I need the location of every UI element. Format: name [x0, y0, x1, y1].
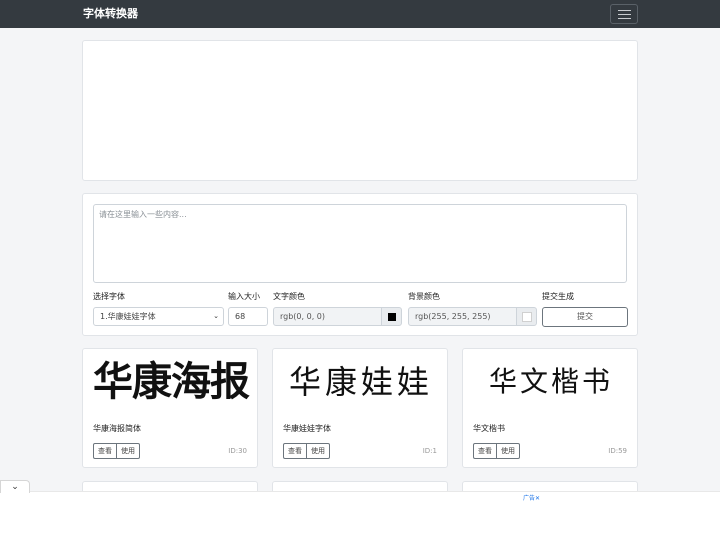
use-button[interactable]: 使用 [497, 443, 520, 459]
card-actions: 查看 使用 [93, 443, 140, 459]
size-label: 输入大小 [228, 292, 260, 301]
use-button[interactable]: 使用 [117, 443, 140, 459]
font-id: ID:59 [608, 447, 627, 455]
card-actions: 查看 使用 [283, 443, 330, 459]
font-card: 华康海报 华康海报简体 查看 使用 ID:30 [82, 348, 258, 468]
text-color-label: 文字颜色 [273, 292, 305, 301]
card-actions: 查看 使用 [473, 443, 520, 459]
font-name: 华康海报简体 [93, 424, 141, 433]
chevron-down-icon[interactable]: ⌄ [0, 480, 30, 493]
text-color-picker[interactable] [381, 307, 402, 326]
font-card: 华康娃娃 华康娃娃字体 查看 使用 ID:1 [272, 348, 448, 468]
chevron-down-icon: ⌄ [213, 312, 219, 320]
ad-banner [0, 491, 720, 540]
use-button[interactable]: 使用 [307, 443, 330, 459]
text-input[interactable]: 请在这里输入一些内容... [93, 204, 627, 283]
brand-title[interactable]: 字体转换器 [83, 6, 138, 22]
bg-color-swatch [522, 312, 532, 322]
font-id: ID:30 [228, 447, 247, 455]
bg-color-picker[interactable] [516, 307, 537, 326]
font-sample: 华康海报 [93, 359, 250, 405]
font-select-label: 选择字体 [93, 292, 125, 301]
bg-color-label: 背景颜色 [408, 292, 440, 301]
view-button[interactable]: 查看 [93, 443, 117, 459]
generator-form: 请在这里输入一些内容... 选择字体 1.华康娃娃字体 ⌄ 输入大小 68 文字… [82, 193, 638, 336]
submit-label: 提交生成 [542, 292, 574, 301]
font-id: ID:1 [422, 447, 437, 455]
text-color-swatch [388, 313, 396, 321]
size-input[interactable]: 68 [228, 307, 268, 326]
view-button[interactable]: 查看 [473, 443, 497, 459]
font-name: 华文楷书 [473, 424, 505, 433]
bg-color-input[interactable]: rgb(255, 255, 255) [408, 307, 517, 326]
view-button[interactable]: 查看 [283, 443, 307, 459]
font-sample: 华康娃娃 [288, 363, 433, 401]
ad-close-button[interactable]: 广告✕ [523, 495, 540, 503]
submit-button[interactable]: 提交 [542, 307, 628, 327]
font-sample: 华文楷书 [488, 365, 613, 398]
preview-area [82, 40, 638, 181]
font-name: 华康娃娃字体 [283, 424, 331, 433]
hamburger-menu-icon[interactable] [610, 4, 638, 24]
navbar: 字体转换器 [0, 0, 720, 28]
text-color-input[interactable]: rgb(0, 0, 0) [273, 307, 382, 326]
font-select[interactable]: 1.华康娃娃字体 ⌄ [93, 307, 224, 326]
font-card: 华文楷书 华文楷书 查看 使用 ID:59 [462, 348, 638, 468]
font-select-value: 1.华康娃娃字体 [100, 312, 156, 321]
